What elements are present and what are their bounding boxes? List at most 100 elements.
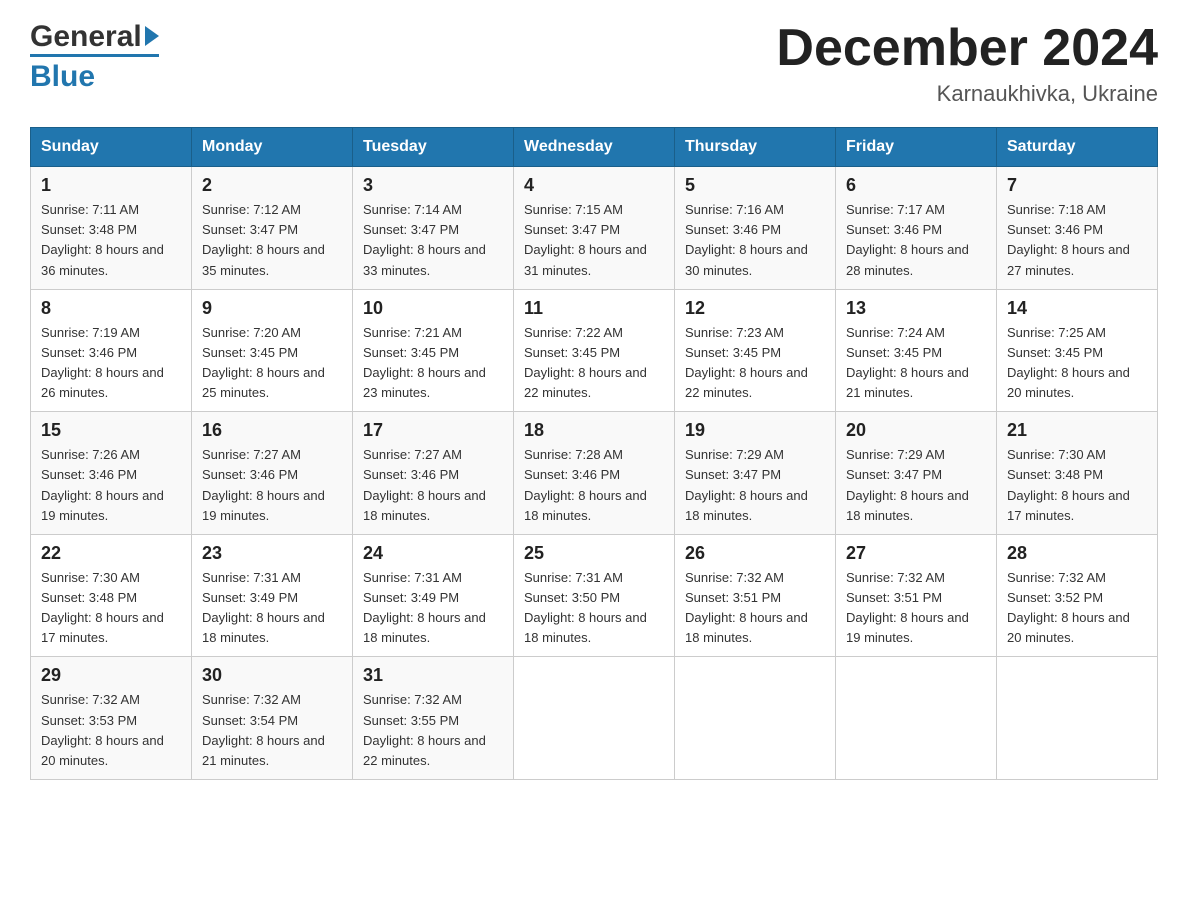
table-row: 11 Sunrise: 7:22 AMSunset: 3:45 PMDayligh…	[514, 289, 675, 412]
table-row: 4Sunrise: 7:15 AMSunset: 3:47 PMDaylight…	[514, 167, 675, 290]
day-number: 10	[363, 298, 503, 319]
day-number: 29	[41, 665, 181, 686]
day-number: 15	[41, 420, 181, 441]
day-info: Sunrise: 7:27 AMSunset: 3:46 PMDaylight:…	[202, 445, 342, 526]
table-row: 1 Sunrise: 7:11 AMSunset: 3:48 PMDaylight…	[31, 167, 192, 290]
table-row: 10 Sunrise: 7:21 AMSunset: 3:45 PMDayligh…	[353, 289, 514, 412]
day-info: Sunrise: 7:32 AMSunset: 3:53 PMDaylight:…	[41, 690, 181, 771]
table-row: 8 Sunrise: 7:19 AMSunset: 3:46 PMDaylight…	[31, 289, 192, 412]
day-info: Sunrise: 7:23 AMSunset: 3:45 PMDaylight:…	[685, 323, 825, 404]
table-row: 27 Sunrise: 7:32 AMSunset: 3:51 PMDayligh…	[836, 534, 997, 657]
day-info: Sunrise: 7:30 AMSunset: 3:48 PMDaylight:…	[1007, 445, 1147, 526]
day-info: Sunrise: 7:22 AMSunset: 3:45 PMDaylight:…	[524, 323, 664, 404]
table-row: 3Sunrise: 7:14 AMSunset: 3:47 PMDaylight…	[353, 167, 514, 290]
day-info: Sunrise: 7:18 AMSunset: 3:46 PMDaylight:…	[1007, 200, 1147, 281]
table-row: 25Sunrise: 7:31 AMSunset: 3:50 PMDayligh…	[514, 534, 675, 657]
day-info: Sunrise: 7:15 AMSunset: 3:47 PMDaylight:…	[524, 200, 664, 281]
table-row: 14 Sunrise: 7:25 AMSunset: 3:45 PMDayligh…	[997, 289, 1158, 412]
calendar-week-row: 29 Sunrise: 7:32 AMSunset: 3:53 PMDayligh…	[31, 657, 1158, 780]
day-number: 3	[363, 175, 503, 196]
day-info: Sunrise: 7:28 AMSunset: 3:46 PMDaylight:…	[524, 445, 664, 526]
table-row: 30Sunrise: 7:32 AMSunset: 3:54 PMDayligh…	[192, 657, 353, 780]
day-info: Sunrise: 7:11 AMSunset: 3:48 PMDaylight:…	[41, 200, 181, 281]
col-thursday: Thursday	[675, 128, 836, 167]
table-row: 2Sunrise: 7:12 AMSunset: 3:47 PMDaylight…	[192, 167, 353, 290]
table-row	[997, 657, 1158, 780]
day-info: Sunrise: 7:32 AMSunset: 3:52 PMDaylight:…	[1007, 568, 1147, 649]
logo-name-top: General	[30, 20, 142, 54]
col-monday: Monday	[192, 128, 353, 167]
day-number: 24	[363, 543, 503, 564]
day-number: 9	[202, 298, 342, 319]
col-tuesday: Tuesday	[353, 128, 514, 167]
day-number: 31	[363, 665, 503, 686]
day-number: 7	[1007, 175, 1147, 196]
day-number: 14	[1007, 298, 1147, 319]
day-info: Sunrise: 7:32 AMSunset: 3:51 PMDaylight:…	[846, 568, 986, 649]
table-row: 18Sunrise: 7:28 AMSunset: 3:46 PMDayligh…	[514, 412, 675, 535]
day-info: Sunrise: 7:25 AMSunset: 3:45 PMDaylight:…	[1007, 323, 1147, 404]
day-info: Sunrise: 7:29 AMSunset: 3:47 PMDaylight:…	[685, 445, 825, 526]
day-info: Sunrise: 7:19 AMSunset: 3:46 PMDaylight:…	[41, 323, 181, 404]
month-title: December 2024	[776, 20, 1158, 77]
table-row: 23 Sunrise: 7:31 AMSunset: 3:49 PMDayligh…	[192, 534, 353, 657]
day-number: 13	[846, 298, 986, 319]
day-info: Sunrise: 7:31 AMSunset: 3:49 PMDaylight:…	[202, 568, 342, 649]
calendar-table: Sunday Monday Tuesday Wednesday Thursday…	[30, 127, 1158, 780]
day-info: Sunrise: 7:24 AMSunset: 3:45 PMDaylight:…	[846, 323, 986, 404]
table-row: 17Sunrise: 7:27 AMSunset: 3:46 PMDayligh…	[353, 412, 514, 535]
day-info: Sunrise: 7:31 AMSunset: 3:49 PMDaylight:…	[363, 568, 503, 649]
day-info: Sunrise: 7:12 AMSunset: 3:47 PMDaylight:…	[202, 200, 342, 281]
table-row: 9 Sunrise: 7:20 AMSunset: 3:45 PMDaylight…	[192, 289, 353, 412]
table-row: 31Sunrise: 7:32 AMSunset: 3:55 PMDayligh…	[353, 657, 514, 780]
day-info: Sunrise: 7:21 AMSunset: 3:45 PMDaylight:…	[363, 323, 503, 404]
logo-name-bottom: Blue	[30, 54, 159, 95]
day-number: 5	[685, 175, 825, 196]
table-row: 5Sunrise: 7:16 AMSunset: 3:46 PMDaylight…	[675, 167, 836, 290]
day-info: Sunrise: 7:20 AMSunset: 3:45 PMDaylight:…	[202, 323, 342, 404]
day-number: 25	[524, 543, 664, 564]
logo-arrow-icon	[145, 26, 159, 46]
col-wednesday: Wednesday	[514, 128, 675, 167]
day-number: 21	[1007, 420, 1147, 441]
table-row: 13 Sunrise: 7:24 AMSunset: 3:45 PMDayligh…	[836, 289, 997, 412]
day-number: 19	[685, 420, 825, 441]
location-label: Karnaukhivka, Ukraine	[776, 81, 1158, 107]
calendar-week-row: 15 Sunrise: 7:26 AMSunset: 3:46 PMDayligh…	[31, 412, 1158, 535]
day-number: 11	[524, 298, 664, 319]
calendar-week-row: 8 Sunrise: 7:19 AMSunset: 3:46 PMDaylight…	[31, 289, 1158, 412]
day-number: 23	[202, 543, 342, 564]
calendar-week-row: 1 Sunrise: 7:11 AMSunset: 3:48 PMDaylight…	[31, 167, 1158, 290]
day-info: Sunrise: 7:32 AMSunset: 3:54 PMDaylight:…	[202, 690, 342, 771]
day-number: 16	[202, 420, 342, 441]
day-info: Sunrise: 7:27 AMSunset: 3:46 PMDaylight:…	[363, 445, 503, 526]
table-row: 15 Sunrise: 7:26 AMSunset: 3:46 PMDayligh…	[31, 412, 192, 535]
table-row: 7 Sunrise: 7:18 AMSunset: 3:46 PMDaylight…	[997, 167, 1158, 290]
table-row	[514, 657, 675, 780]
table-row: 29 Sunrise: 7:32 AMSunset: 3:53 PMDayligh…	[31, 657, 192, 780]
table-row: 24 Sunrise: 7:31 AMSunset: 3:49 PMDayligh…	[353, 534, 514, 657]
logo: General Blue	[30, 20, 159, 95]
day-number: 6	[846, 175, 986, 196]
col-saturday: Saturday	[997, 128, 1158, 167]
table-row: 16 Sunrise: 7:27 AMSunset: 3:46 PMDayligh…	[192, 412, 353, 535]
table-row: 21 Sunrise: 7:30 AMSunset: 3:48 PMDayligh…	[997, 412, 1158, 535]
title-area: December 2024 Karnaukhivka, Ukraine	[776, 20, 1158, 107]
table-row	[836, 657, 997, 780]
calendar-header-row: Sunday Monday Tuesday Wednesday Thursday…	[31, 128, 1158, 167]
day-info: Sunrise: 7:26 AMSunset: 3:46 PMDaylight:…	[41, 445, 181, 526]
day-number: 8	[41, 298, 181, 319]
day-info: Sunrise: 7:17 AMSunset: 3:46 PMDaylight:…	[846, 200, 986, 281]
table-row: 12 Sunrise: 7:23 AMSunset: 3:45 PMDayligh…	[675, 289, 836, 412]
day-number: 20	[846, 420, 986, 441]
col-friday: Friday	[836, 128, 997, 167]
day-number: 22	[41, 543, 181, 564]
day-number: 12	[685, 298, 825, 319]
table-row: 22Sunrise: 7:30 AMSunset: 3:48 PMDayligh…	[31, 534, 192, 657]
day-info: Sunrise: 7:32 AMSunset: 3:51 PMDaylight:…	[685, 568, 825, 649]
day-info: Sunrise: 7:29 AMSunset: 3:47 PMDaylight:…	[846, 445, 986, 526]
day-number: 27	[846, 543, 986, 564]
table-row: 20 Sunrise: 7:29 AMSunset: 3:47 PMDayligh…	[836, 412, 997, 535]
day-number: 1	[41, 175, 181, 196]
table-row	[675, 657, 836, 780]
